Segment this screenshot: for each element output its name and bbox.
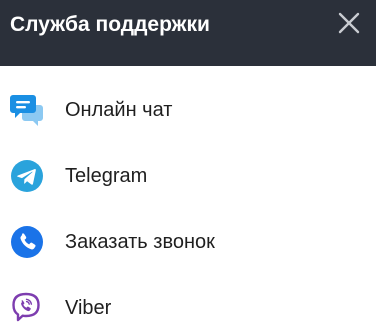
panel-title: Служба поддержки <box>10 13 210 36</box>
option-label: Viber <box>65 297 112 319</box>
panel-header: Служба поддержки <box>0 0 376 66</box>
option-viber[interactable]: Viber <box>0 278 376 332</box>
close-button[interactable] <box>338 12 360 34</box>
option-label: Заказать звонок <box>65 231 215 253</box>
support-panel: Служба поддержки Онлайн чат Telegram Зак… <box>0 0 376 332</box>
option-telegram[interactable]: Telegram <box>0 146 376 206</box>
close-icon <box>338 12 360 34</box>
chat-bubbles-icon <box>10 93 44 127</box>
option-online-chat[interactable]: Онлайн чат <box>0 80 376 140</box>
option-label: Онлайн чат <box>65 99 173 121</box>
option-label: Telegram <box>65 165 148 187</box>
option-order-call[interactable]: Заказать звонок <box>0 212 376 272</box>
phone-icon <box>10 225 44 259</box>
viber-icon <box>10 291 44 325</box>
telegram-icon <box>10 159 44 193</box>
